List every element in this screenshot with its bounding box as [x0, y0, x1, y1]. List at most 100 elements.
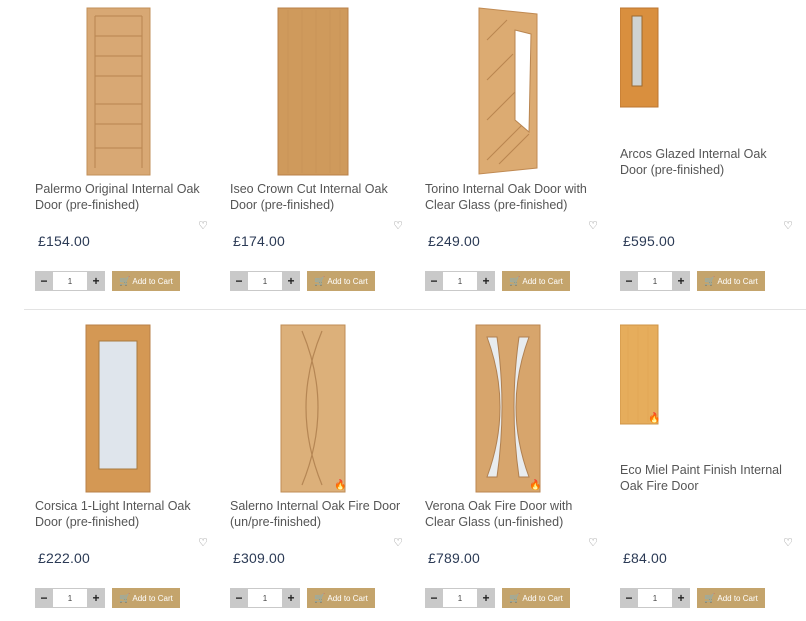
- quantity-stepper: − +: [35, 588, 105, 608]
- add-to-cart-label: Add to Cart: [522, 277, 563, 286]
- product-title[interactable]: Salerno Internal Oak Fire Door (un/pre-f…: [230, 498, 406, 530]
- add-to-cart-button[interactable]: 🛒 Add to Cart: [697, 588, 765, 608]
- cart-icon: 🛒: [119, 276, 131, 286]
- decrease-quantity-button[interactable]: −: [620, 271, 638, 291]
- product-title[interactable]: Torino Internal Oak Door with Clear Glas…: [425, 181, 601, 213]
- product-title[interactable]: Corsica 1-Light Internal Oak Door (pre-f…: [35, 498, 211, 530]
- product-title[interactable]: Iseo Crown Cut Internal Oak Door (pre-fi…: [230, 181, 406, 213]
- heart-icon[interactable]: ♡: [197, 537, 209, 549]
- quantity-input[interactable]: [248, 588, 282, 608]
- product-title[interactable]: Palermo Original Internal Oak Door (pre-…: [35, 181, 211, 213]
- heart-icon[interactable]: ♡: [782, 537, 794, 549]
- add-to-cart-label: Add to Cart: [327, 277, 368, 286]
- increase-quantity-button[interactable]: +: [282, 271, 300, 291]
- product-image[interactable]: [425, 0, 605, 175]
- quantity-stepper: − +: [620, 271, 690, 291]
- product-price: £154.00: [38, 233, 91, 249]
- product-card: 🔥 Eco Miel Paint Finish Internal Oak Fir…: [620, 317, 800, 617]
- quantity-stepper: − +: [35, 271, 105, 291]
- increase-quantity-button[interactable]: +: [87, 588, 105, 608]
- increase-quantity-button[interactable]: +: [87, 271, 105, 291]
- heart-icon[interactable]: ♡: [782, 220, 794, 232]
- quantity-stepper: − +: [230, 271, 300, 291]
- row-divider: [24, 309, 806, 310]
- add-to-cart-button[interactable]: 🛒 Add to Cart: [307, 588, 375, 608]
- add-to-cart-label: Add to Cart: [132, 594, 173, 603]
- product-price: £84.00: [623, 550, 668, 566]
- product-price: £309.00: [233, 550, 286, 566]
- product-card: Corsica 1-Light Internal Oak Door (pre-f…: [35, 317, 215, 617]
- heart-icon[interactable]: ♡: [587, 537, 599, 549]
- quantity-stepper: − +: [230, 588, 300, 608]
- decrease-quantity-button[interactable]: −: [425, 271, 443, 291]
- product-card: 🔥 Verona Oak Fire Door with Clear Glass …: [425, 317, 605, 617]
- heart-icon[interactable]: ♡: [392, 537, 404, 549]
- quantity-input[interactable]: [443, 588, 477, 608]
- product-price: £249.00: [428, 233, 481, 249]
- quantity-input[interactable]: [638, 588, 672, 608]
- add-to-cart-label: Add to Cart: [132, 277, 173, 286]
- add-to-cart-label: Add to Cart: [327, 594, 368, 603]
- increase-quantity-button[interactable]: +: [672, 588, 690, 608]
- product-card: Palermo Original Internal Oak Door (pre-…: [35, 0, 215, 300]
- decrease-quantity-button[interactable]: −: [230, 271, 248, 291]
- product-image[interactable]: [620, 0, 800, 170]
- heart-icon[interactable]: ♡: [392, 220, 404, 232]
- quantity-input[interactable]: [53, 588, 87, 608]
- add-to-cart-label: Add to Cart: [717, 594, 758, 603]
- add-to-cart-button[interactable]: 🛒 Add to Cart: [697, 271, 765, 291]
- heart-icon[interactable]: ♡: [197, 220, 209, 232]
- product-image[interactable]: 🔥: [230, 317, 410, 493]
- decrease-quantity-button[interactable]: −: [620, 588, 638, 608]
- fire-icon: 🔥: [648, 413, 661, 424]
- product-card: Arcos Glazed Internal Oak Door (pre-fini…: [620, 0, 800, 300]
- product-grid: Palermo Original Internal Oak Door (pre-…: [0, 0, 806, 621]
- quantity-stepper: − +: [425, 588, 495, 608]
- product-image[interactable]: [35, 0, 215, 176]
- add-to-cart-label: Add to Cart: [717, 277, 758, 286]
- increase-quantity-button[interactable]: +: [282, 588, 300, 608]
- decrease-quantity-button[interactable]: −: [230, 588, 248, 608]
- cart-icon: 🛒: [704, 593, 716, 603]
- cart-icon: 🛒: [509, 276, 521, 286]
- cart-icon: 🛒: [509, 593, 521, 603]
- product-price: £222.00: [38, 550, 91, 566]
- increase-quantity-button[interactable]: +: [477, 271, 495, 291]
- product-price: £595.00: [623, 233, 676, 249]
- fire-icon: 🔥: [334, 480, 347, 491]
- add-to-cart-button[interactable]: 🛒 Add to Cart: [112, 271, 180, 291]
- product-title[interactable]: Verona Oak Fire Door with Clear Glass (u…: [425, 498, 601, 530]
- cart-icon: 🛒: [119, 593, 131, 603]
- decrease-quantity-button[interactable]: −: [35, 271, 53, 291]
- quantity-stepper: − +: [620, 588, 690, 608]
- decrease-quantity-button[interactable]: −: [35, 588, 53, 608]
- cart-icon: 🛒: [314, 593, 326, 603]
- quantity-input[interactable]: [638, 271, 672, 291]
- product-title[interactable]: Eco Miel Paint Finish Internal Oak Fire …: [620, 462, 796, 494]
- product-price: £789.00: [428, 550, 481, 566]
- add-to-cart-label: Add to Cart: [522, 594, 563, 603]
- cart-icon: 🛒: [314, 276, 326, 286]
- product-title[interactable]: Arcos Glazed Internal Oak Door (pre-fini…: [620, 146, 796, 178]
- add-to-cart-button[interactable]: 🛒 Add to Cart: [502, 588, 570, 608]
- product-card: 🔥 Salerno Internal Oak Fire Door (un/pre…: [230, 317, 410, 617]
- add-to-cart-button[interactable]: 🛒 Add to Cart: [307, 271, 375, 291]
- increase-quantity-button[interactable]: +: [672, 271, 690, 291]
- quantity-stepper: − +: [425, 271, 495, 291]
- product-card: Torino Internal Oak Door with Clear Glas…: [425, 0, 605, 300]
- increase-quantity-button[interactable]: +: [477, 588, 495, 608]
- product-image[interactable]: [230, 0, 410, 176]
- quantity-input[interactable]: [53, 271, 87, 291]
- product-image[interactable]: 🔥: [425, 317, 605, 493]
- add-to-cart-button[interactable]: 🛒 Add to Cart: [112, 588, 180, 608]
- fire-icon: 🔥: [529, 480, 542, 491]
- cart-icon: 🛒: [704, 276, 716, 286]
- quantity-input[interactable]: [443, 271, 477, 291]
- decrease-quantity-button[interactable]: −: [425, 588, 443, 608]
- product-image[interactable]: [35, 317, 215, 493]
- add-to-cart-button[interactable]: 🛒 Add to Cart: [502, 271, 570, 291]
- heart-icon[interactable]: ♡: [587, 220, 599, 232]
- product-price: £174.00: [233, 233, 286, 249]
- quantity-input[interactable]: [248, 271, 282, 291]
- product-card: Iseo Crown Cut Internal Oak Door (pre-fi…: [230, 0, 410, 300]
